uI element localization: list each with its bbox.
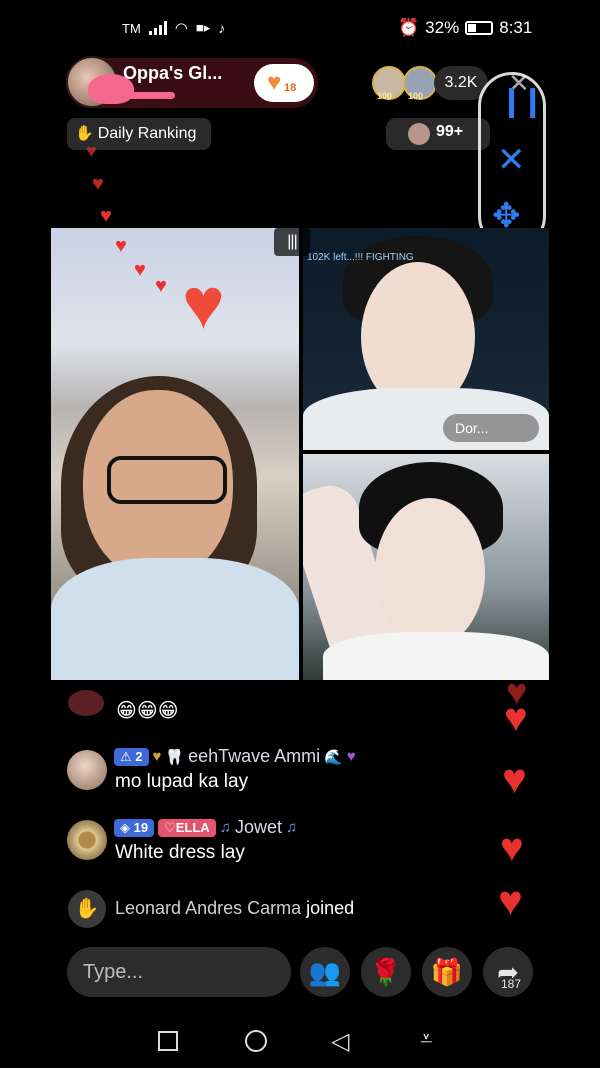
fan-badge: ♡ELLA	[158, 818, 216, 837]
guest-name-tag[interactable]: Dor...	[443, 414, 539, 442]
ranking-count: 99+	[436, 123, 464, 140]
emoji-sender-avatar[interactable]	[68, 690, 104, 716]
music-note-icon: ♫	[219, 819, 231, 836]
guest-video-bottom[interactable]	[303, 454, 549, 680]
purple-heart-icon: ♥	[346, 748, 356, 765]
gold-heart-icon: ♥	[152, 748, 162, 765]
level-badge: ◈ 19	[114, 818, 155, 837]
ranker-avatar	[408, 123, 430, 145]
host-video[interactable]	[51, 228, 299, 680]
heart-icon: ♥	[134, 259, 146, 281]
daily-ranking-label: Daily Ranking	[97, 125, 197, 142]
home-icon[interactable]	[245, 1030, 267, 1052]
share-count: 187	[501, 977, 522, 991]
pause-icon[interactable]: ❙❙	[499, 84, 545, 119]
menu-icon[interactable]: ⩡	[420, 1026, 432, 1052]
flame-icon: ✋	[75, 125, 94, 142]
video-icon: ■▸	[195, 20, 211, 35]
host-name: Oppa's Gl...	[123, 63, 223, 83]
heart-icon: ♥	[100, 205, 112, 227]
joined-suffix: joined	[306, 898, 355, 918]
tiktok-icon: ♪	[218, 20, 226, 36]
rose-gift-button[interactable]: 🌹	[361, 947, 411, 997]
chat-username[interactable]: eehTwave Ammi	[188, 746, 320, 767]
chat-badges: ◈ 19 ♡ELLA ♫ Jowet ♫	[114, 817, 297, 838]
audio-indicator-icon: |||	[274, 228, 310, 256]
music-note-icon: ♫	[285, 819, 298, 836]
heart-icon: ♥	[502, 755, 527, 802]
heart-icon: ♥	[115, 235, 127, 257]
alarm-icon: ⏰	[398, 18, 420, 37]
status-bar: TM ◠ ■▸ ♪ ⏰ 32% 8:31	[0, 0, 600, 56]
emoji-message: 😁😁😁	[116, 700, 179, 722]
tooth-icon: 🦷	[165, 748, 185, 766]
chat-message-text: White dress lay	[115, 842, 245, 863]
heart-icon: ♥	[504, 696, 528, 740]
status-right: ⏰ 32% 8:31	[398, 18, 532, 38]
wave-icon: 🌊	[324, 748, 343, 766]
wave-hand-icon: ✋	[68, 890, 106, 928]
host-shirt	[51, 558, 299, 680]
follow-heart-icon: ♥	[267, 69, 282, 96]
heart-icon: ♥	[155, 275, 167, 297]
heart-icon: ♥	[500, 826, 524, 870]
back-icon[interactable]: ◁	[331, 1027, 349, 1056]
multi-guest-button[interactable]: 👥	[300, 947, 350, 997]
system-navigation-bar: ◁ ⩡	[0, 1016, 600, 1068]
status-left: TM ◠ ■▸ ♪	[122, 19, 225, 37]
gift-box-button[interactable]: 🎁	[422, 947, 472, 997]
heart-icon: ♥	[498, 877, 523, 924]
joined-user-name[interactable]: Leonard Andres Carma	[115, 898, 301, 918]
chat-badges: ⚠ 2 ♥ 🦷 eehTwave Ammi 🌊 ♥	[114, 746, 356, 767]
viewer-badge: 100	[377, 91, 393, 101]
chat-avatar[interactable]	[67, 750, 107, 790]
heart-icon: ♥	[182, 264, 225, 344]
guest-banner-text: 102K left...!!! FIGHTING	[307, 252, 414, 263]
heart-icon: ♥	[86, 141, 97, 161]
comment-input[interactable]: Type...	[67, 947, 291, 997]
viewer-badge: 100	[408, 91, 424, 101]
heart-icon: ♥	[92, 173, 104, 195]
host-level-bar	[123, 92, 175, 99]
guest-face	[375, 498, 485, 648]
stop-icon[interactable]: ✕	[497, 140, 526, 180]
carrier-label: TM	[122, 20, 141, 36]
wifi-icon: ◠	[174, 20, 188, 37]
join-notice: Leonard Andres Carma joined	[115, 898, 354, 919]
guest-video-top[interactable]: 102K left...!!! FIGHTING Dor...	[303, 228, 549, 450]
chat-username[interactable]: Jowet	[235, 817, 282, 838]
chat-avatar[interactable]	[67, 820, 107, 860]
battery-icon	[465, 21, 494, 35]
recents-icon[interactable]	[158, 1031, 178, 1051]
follow-count: 18	[284, 82, 297, 94]
battery-percent: 32%	[425, 18, 460, 37]
chat-message-text: mo lupad ka lay	[115, 771, 249, 792]
clock: 8:31	[499, 18, 533, 37]
level-badge: ⚠ 2	[114, 747, 149, 766]
signal-icon	[148, 21, 167, 35]
host-glasses	[107, 456, 227, 504]
